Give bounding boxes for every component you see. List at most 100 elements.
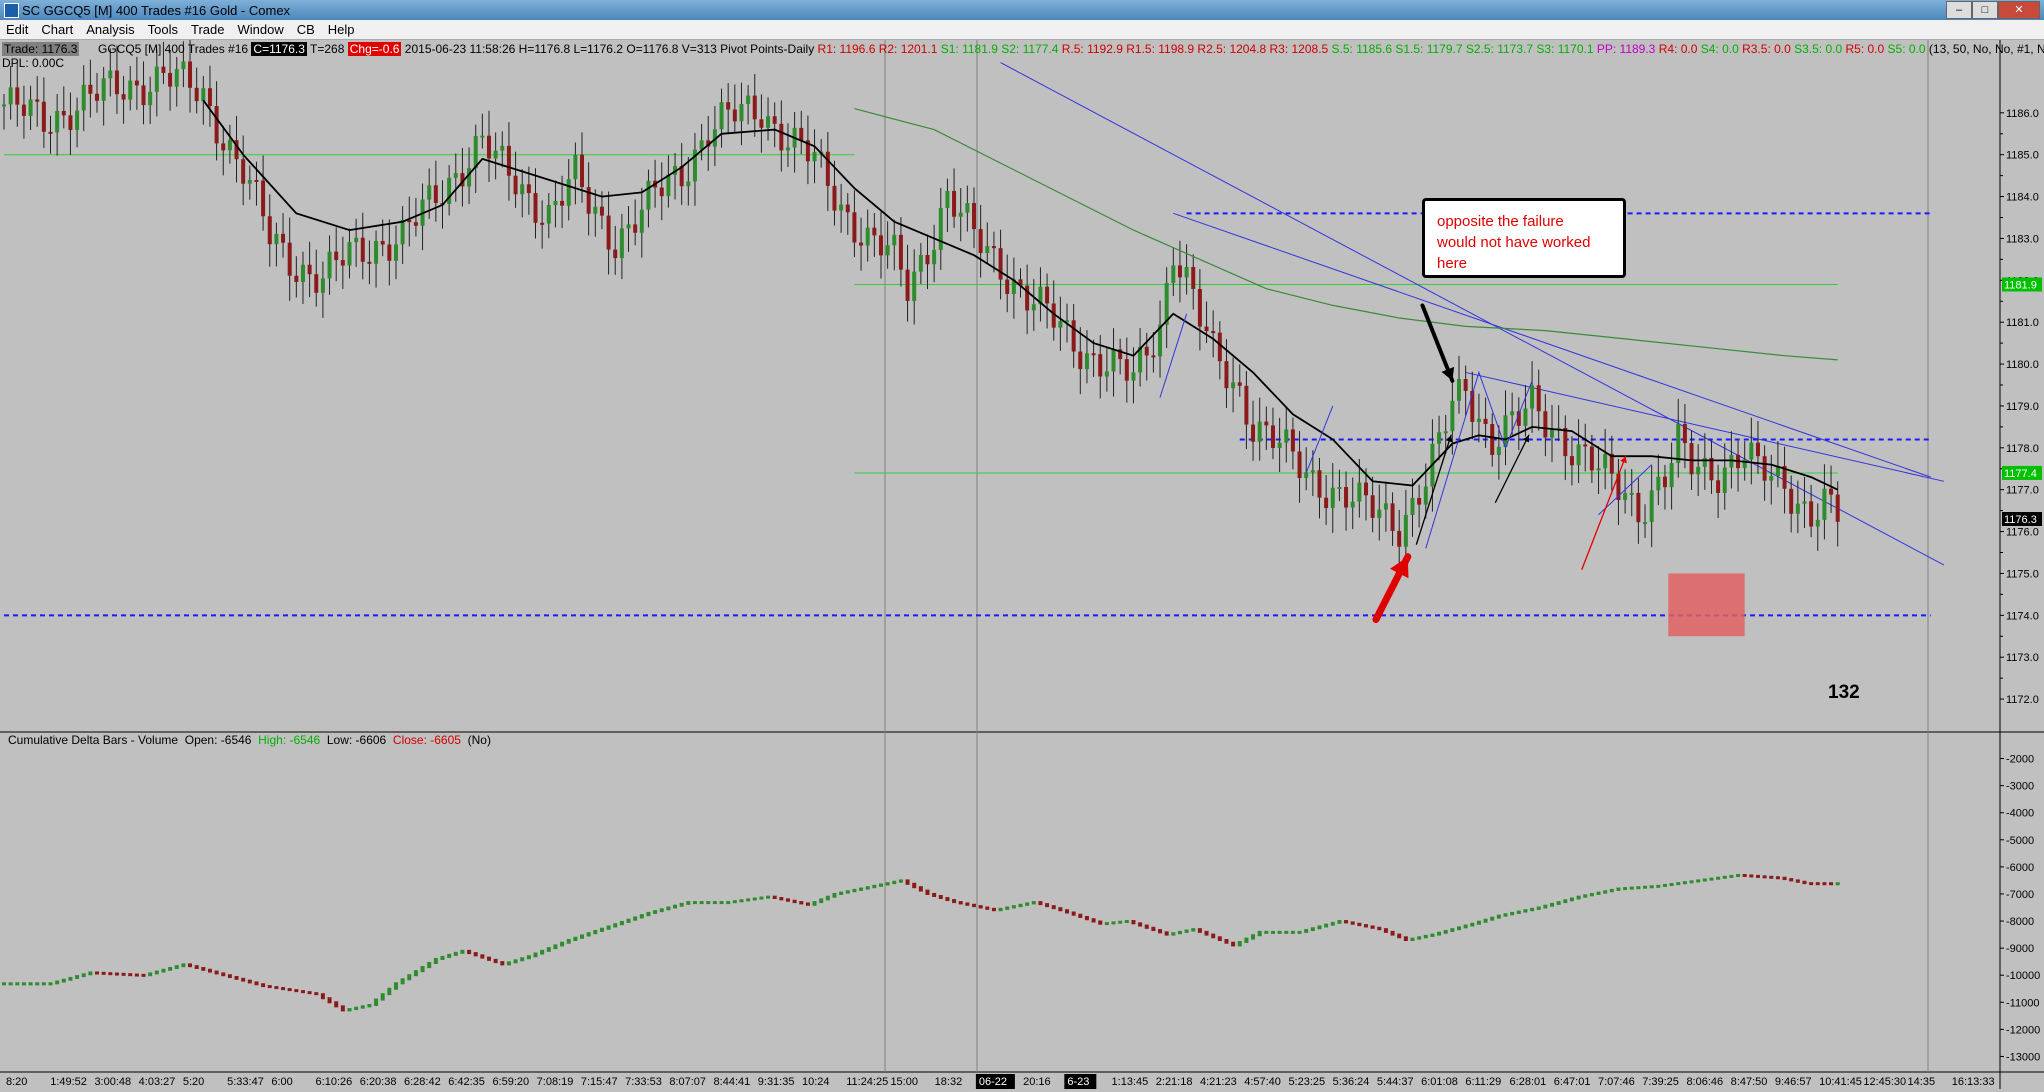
volume-bar (1543, 904, 1548, 909)
maximize-button[interactable]: □ (1972, 1, 1998, 19)
price-tick-label: 1178.0 (2006, 443, 2039, 455)
close-button[interactable]: ✕ (1998, 1, 2040, 19)
trades-label: T=268 (310, 42, 345, 56)
candle-body (1716, 480, 1721, 493)
volume-bar (334, 1001, 339, 1008)
candle-body (593, 206, 598, 214)
volume-bar (965, 902, 970, 906)
candle-body (1270, 425, 1275, 448)
candle-body (128, 80, 133, 100)
menu-edit[interactable]: Edit (0, 20, 35, 39)
candle-body (194, 87, 199, 102)
candle-body (307, 264, 312, 275)
volume-bar (1131, 920, 1136, 925)
menu-chart[interactable]: Chart (35, 20, 80, 39)
price-tick-label: 1175.0 (2006, 568, 2039, 580)
volume-bar (1264, 930, 1269, 934)
time-axis-label: 5:44:37 (1377, 1076, 1414, 1088)
volume-bar (1729, 874, 1734, 878)
volume-bar (533, 952, 538, 958)
volume-bar (1217, 936, 1222, 941)
volume-bar (420, 966, 425, 973)
volume-bar (1224, 939, 1229, 944)
volume-bar (666, 906, 671, 911)
time-axis-label: 6:42:35 (448, 1076, 485, 1088)
menu-window[interactable]: Window (231, 20, 290, 39)
candle-body (1423, 486, 1428, 505)
candle-body (108, 70, 113, 79)
menu-tools[interactable]: Tools (142, 20, 185, 39)
volume-bar (945, 897, 950, 902)
price-tick-label: 1183.0 (2006, 233, 2039, 245)
volume-bar (294, 989, 299, 993)
candle-body (566, 179, 571, 206)
pivot-value: S2: 1177.4 (1001, 42, 1062, 56)
volume-bar (686, 901, 691, 905)
candle-body (885, 245, 890, 256)
volume-bar (1138, 922, 1143, 927)
price-marker-label: 1177.4 (2004, 468, 2037, 480)
menu-help[interactable]: Help (322, 20, 362, 39)
candle-body (148, 91, 153, 106)
volume-bar (593, 929, 598, 935)
time-axis-label: 6:11:29 (1465, 1076, 1501, 1088)
volume-bar (905, 879, 910, 885)
candle-body (340, 260, 345, 266)
candle-body (1310, 470, 1315, 473)
volume-bar (918, 886, 923, 892)
time-axis-label: 6:28:01 (1510, 1076, 1547, 1088)
candle-body (1696, 466, 1701, 475)
volume-bar (1450, 928, 1455, 932)
price-tick-label: 1177.0 (2006, 485, 2039, 497)
minimize-button[interactable]: – (1946, 1, 1972, 19)
candle-body (134, 80, 139, 86)
candle-body (1084, 353, 1089, 370)
candle-body (918, 254, 923, 272)
candle-body (1403, 514, 1408, 547)
volume-bar (400, 978, 405, 985)
pivot-value: S5: 0.0 (1887, 42, 1929, 56)
candle-body (1576, 444, 1581, 466)
volume-bar (1397, 933, 1402, 939)
volume-bar (61, 978, 66, 983)
candle-body (274, 233, 279, 245)
volume-bar (732, 900, 737, 904)
volume-bar (1191, 928, 1196, 932)
candle-body (15, 87, 20, 105)
volume-bar (227, 974, 232, 979)
price-chart[interactable]: 1186.01185.01184.01183.01182.01181.01180… (0, 36, 2044, 1089)
candle-body (221, 143, 226, 151)
candle-body (985, 246, 990, 254)
volume-bar (1623, 887, 1628, 891)
volume-bar (832, 892, 837, 898)
candle-body (580, 154, 585, 188)
volume-bar (1277, 930, 1282, 934)
candle-body (1623, 493, 1628, 500)
time-axis-label: 6:20:38 (360, 1076, 397, 1088)
volume-bar (1025, 902, 1030, 906)
time-axis-label: 6:10:26 (316, 1076, 353, 1088)
volume-tick-label: -10000 (2006, 970, 2040, 982)
volume-bar (1164, 931, 1169, 936)
volume-bar (885, 882, 890, 886)
candle-body (1829, 488, 1834, 495)
candle-body (1177, 265, 1182, 278)
menu-analysis[interactable]: Analysis (80, 20, 141, 39)
pivot-value: R5: 0.0 (1845, 42, 1888, 56)
volume-bar (553, 944, 558, 950)
pivot-value: (13, 50, No, No, #1, No, No, No (1928, 42, 2044, 56)
volume-bar (792, 899, 797, 904)
candle-body (1510, 411, 1515, 416)
candle-body (878, 235, 883, 256)
menu-trade[interactable]: Trade (185, 20, 231, 39)
price-tick-label: 1185.0 (2006, 150, 2039, 162)
volume-bar (1789, 878, 1794, 882)
menu-cb[interactable]: CB (291, 20, 322, 39)
volume-tick-label: -13000 (2006, 1051, 2040, 1063)
candle-body (546, 205, 551, 224)
chart-area[interactable]: 1186.01185.01184.01183.01182.01181.01180… (0, 36, 2044, 1089)
volume-bar (360, 1005, 365, 1009)
volume-bar (1357, 922, 1362, 927)
candle-body (1530, 385, 1535, 409)
volume-bar (1616, 887, 1621, 891)
